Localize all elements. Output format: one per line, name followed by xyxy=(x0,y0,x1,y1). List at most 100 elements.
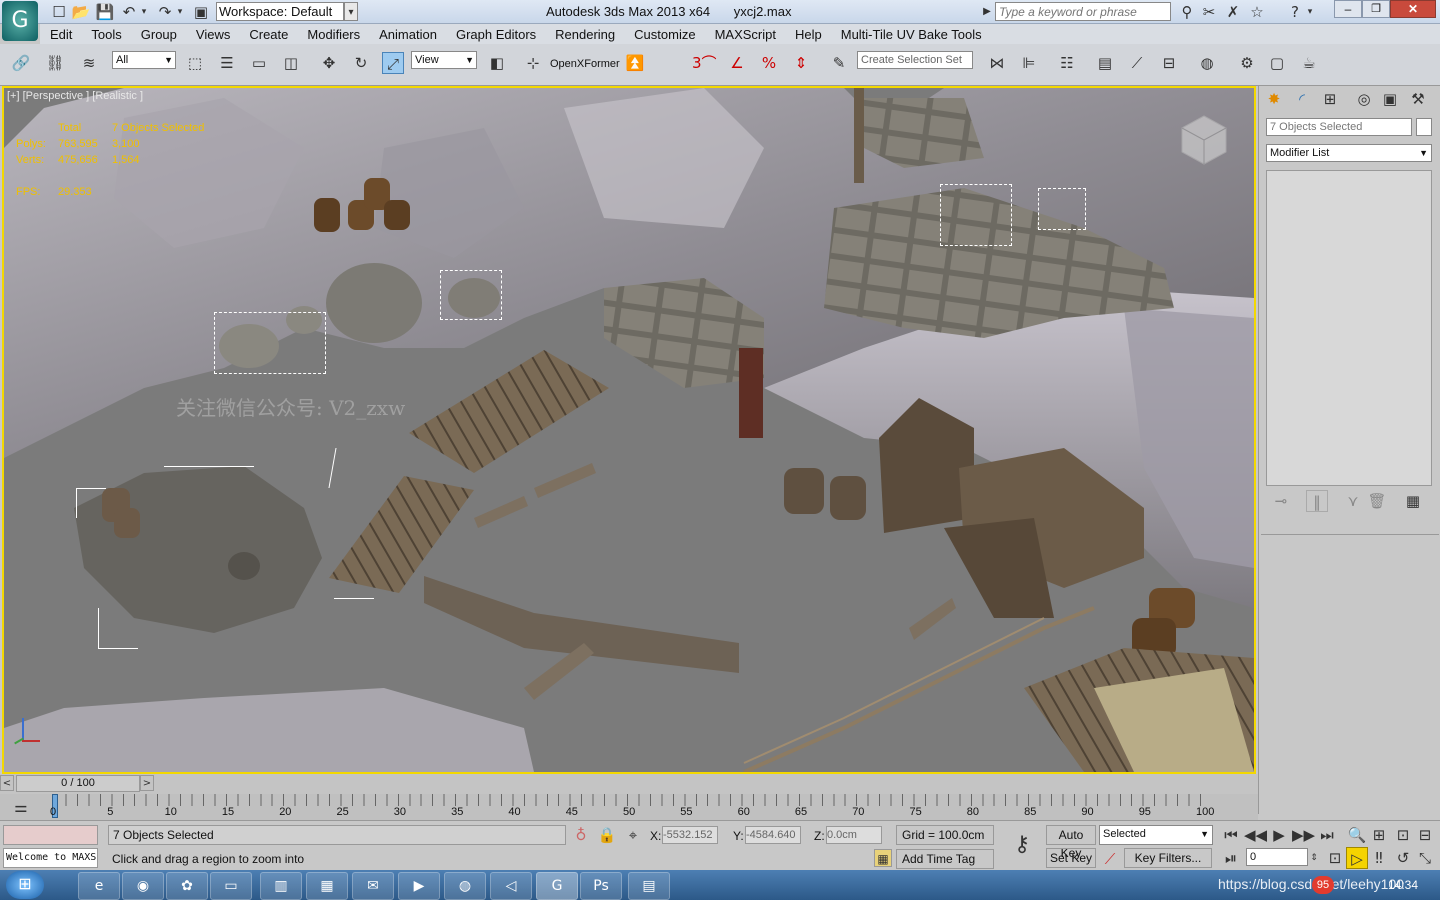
select-and-rotate-icon[interactable]: ↻ xyxy=(350,52,372,74)
display-tab-icon[interactable]: ▣ xyxy=(1379,88,1401,110)
maximize-viewport-icon[interactable]: ⤡ xyxy=(1414,847,1436,869)
modify-tab-icon[interactable]: ◜ xyxy=(1291,88,1313,110)
tray-badge[interactable]: 95 xyxy=(1312,876,1334,894)
menu-help[interactable]: Help xyxy=(785,24,831,43)
menu-tools[interactable]: Tools xyxy=(81,24,130,43)
taskbar-app3[interactable]: ✿ xyxy=(166,872,208,900)
taskbar-ie[interactable]: e xyxy=(78,872,120,900)
zoom-extents-all-icon[interactable]: ⊟ xyxy=(1414,824,1436,846)
menu-graph-editors[interactable]: Graph Editors xyxy=(446,24,545,43)
time-slider[interactable]: < 0 / 100 > xyxy=(0,774,1258,794)
openxformer-label[interactable]: OpenXFormer xyxy=(550,58,620,70)
add-time-tag-button[interactable]: Add Time Tag xyxy=(896,849,994,869)
redo-dropdown-icon[interactable]: ▾ xyxy=(174,1,186,23)
next-frame-icon[interactable]: ▶▶ xyxy=(1292,824,1315,846)
set-key-icon[interactable]: ⚷ xyxy=(1006,834,1038,856)
viewport-label[interactable]: [+] [Perspective ] [Realistic ] xyxy=(7,90,143,102)
default-tangent-icon[interactable]: ⟋ xyxy=(1099,848,1121,870)
object-color-swatch[interactable] xyxy=(1416,118,1432,136)
curve-editor-icon[interactable]: ⟋ xyxy=(1126,52,1148,74)
time-tag-lock-icon[interactable]: ▦ xyxy=(874,849,892,867)
create-tab-icon[interactable]: ✸ xyxy=(1263,88,1285,110)
menu-edit[interactable]: Edit xyxy=(40,24,81,43)
window-crossing-icon[interactable]: ◫ xyxy=(280,52,302,74)
menu-views[interactable]: Views xyxy=(186,24,239,43)
app-logo-button[interactable]: G xyxy=(2,1,38,41)
play-icon[interactable]: ▶ xyxy=(1268,824,1290,846)
new-file-icon[interactable]: ☐ xyxy=(48,1,70,23)
show-end-result-icon[interactable]: ‖ xyxy=(1306,490,1328,512)
key-filters-button[interactable]: Key Filters... xyxy=(1124,848,1212,868)
time-configuration-icon[interactable]: ⊡ xyxy=(1324,847,1346,869)
unlink-icon[interactable]: ⛓ xyxy=(44,52,66,74)
taskbar-app6[interactable]: ▦ xyxy=(306,872,348,900)
layer-manager-icon[interactable]: ☷ xyxy=(1056,52,1078,74)
favorites-star-icon[interactable]: ☆ xyxy=(1246,1,1268,23)
binoculars-icon[interactable]: ⚲ xyxy=(1176,1,1198,23)
zoom-icon[interactable]: 🔍 xyxy=(1346,824,1368,846)
modifier-list-dropdown[interactable]: Modifier List ▼ xyxy=(1266,144,1432,162)
help-dropdown-icon[interactable]: ▾ xyxy=(1304,1,1316,23)
rectangular-selection-icon[interactable]: ▭ xyxy=(248,52,270,74)
spinner-snap-icon[interactable]: ⇕ xyxy=(790,52,812,74)
taskbar-notepad[interactable]: ▤ xyxy=(628,872,670,900)
taskbar-app9[interactable]: ◍ xyxy=(444,872,486,900)
key-mode-toggle-icon[interactable]: ⏯ xyxy=(1220,847,1242,869)
taskbar-clock[interactable]: 14:34 xyxy=(1388,878,1418,892)
taskbar-3dsmax[interactable]: G xyxy=(536,872,578,900)
mirror-icon[interactable]: ⋈ xyxy=(986,52,1008,74)
taskbar-app10[interactable]: ◁ xyxy=(490,872,532,900)
rendered-frame-window-icon[interactable]: ▢ xyxy=(1266,52,1288,74)
render-setup-icon[interactable]: ⚙ xyxy=(1236,52,1258,74)
upload-icon[interactable]: ⏫ xyxy=(624,52,646,74)
named-selection-set-dropdown[interactable]: Create Selection Set xyxy=(857,51,973,69)
pivot-center-icon[interactable]: ◧ xyxy=(486,52,508,74)
snaps-toggle-icon[interactable]: 3⌒ xyxy=(692,52,717,74)
walk-through-icon[interactable]: ‼ xyxy=(1368,847,1390,869)
selection-lock-icon[interactable]: 🔒 xyxy=(596,824,618,846)
track-ruler[interactable] xyxy=(54,794,1204,806)
taskbar-chrome[interactable]: ◉ xyxy=(122,872,164,900)
workspace-chevron-icon[interactable]: ▾ xyxy=(344,2,358,21)
isolate-selection-icon[interactable]: ♁ xyxy=(570,824,592,846)
search-arrow-icon[interactable]: ▶ xyxy=(980,1,994,23)
menu-create[interactable]: Create xyxy=(239,24,297,43)
previous-frame-icon[interactable]: ◀◀ xyxy=(1244,824,1267,846)
percent-snap-icon[interactable]: % xyxy=(758,52,780,74)
help-icon[interactable]: ? xyxy=(1284,1,1306,23)
select-and-link-icon[interactable]: 🔗 xyxy=(10,52,32,74)
close-button[interactable]: ✕ xyxy=(1390,0,1436,18)
go-to-start-icon[interactable]: ⏮ xyxy=(1220,824,1242,846)
angle-snap-icon[interactable]: ∠ xyxy=(726,52,748,74)
taskbar-app8[interactable]: ▶ xyxy=(398,872,440,900)
make-unique-icon[interactable]: ⋎ xyxy=(1342,490,1364,512)
remove-modifier-icon[interactable]: 🗑 xyxy=(1366,490,1388,512)
frame-spinner-icon[interactable]: ⇕ xyxy=(1308,847,1320,869)
perspective-viewport[interactable]: [+] [Perspective ] [Realistic ] Total 7 … xyxy=(2,86,1256,774)
material-editor-icon[interactable]: ◍ xyxy=(1196,52,1218,74)
subscription-icon[interactable]: ✂ xyxy=(1198,1,1220,23)
zoom-region-icon[interactable]: ▷ xyxy=(1346,847,1368,869)
schematic-view-icon[interactable]: ⊟ xyxy=(1158,52,1180,74)
absolute-mode-icon[interactable]: ⌖ xyxy=(622,824,644,846)
graphite-ribbon-icon[interactable]: ▤ xyxy=(1094,52,1116,74)
redo-icon[interactable]: ↷ xyxy=(154,1,176,23)
communication-center-icon[interactable]: ✗ xyxy=(1222,1,1244,23)
y-coordinate-field[interactable]: -4584.640 xyxy=(745,826,801,844)
select-by-name-icon[interactable]: ☰ xyxy=(216,52,238,74)
taskbar-photoshop[interactable]: Ps xyxy=(580,872,622,900)
configure-modifier-sets-icon[interactable]: ▦ xyxy=(1402,490,1424,512)
start-button[interactable]: ⊞ xyxy=(6,871,44,899)
menu-group[interactable]: Group xyxy=(131,24,186,43)
x-coordinate-field[interactable]: -5532.152 xyxy=(662,826,718,844)
zoom-all-icon[interactable]: ⊞ xyxy=(1368,824,1390,846)
workspace-dropdown[interactable]: Workspace: Default xyxy=(216,2,344,21)
zoom-extents-icon[interactable]: ⊡ xyxy=(1392,824,1414,846)
align-icon[interactable]: ⊫ xyxy=(1018,52,1040,74)
taskbar-app7[interactable]: ✉ xyxy=(352,872,394,900)
time-slider-thumb[interactable]: 0 / 100 xyxy=(16,775,140,792)
search-input[interactable] xyxy=(995,2,1171,21)
maxscript-mini-listener[interactable]: Welcome to MAXS xyxy=(3,848,98,868)
menu-maxscript[interactable]: MAXScript xyxy=(705,24,785,43)
select-and-manipulate-icon[interactable]: ⊹ xyxy=(522,52,544,74)
